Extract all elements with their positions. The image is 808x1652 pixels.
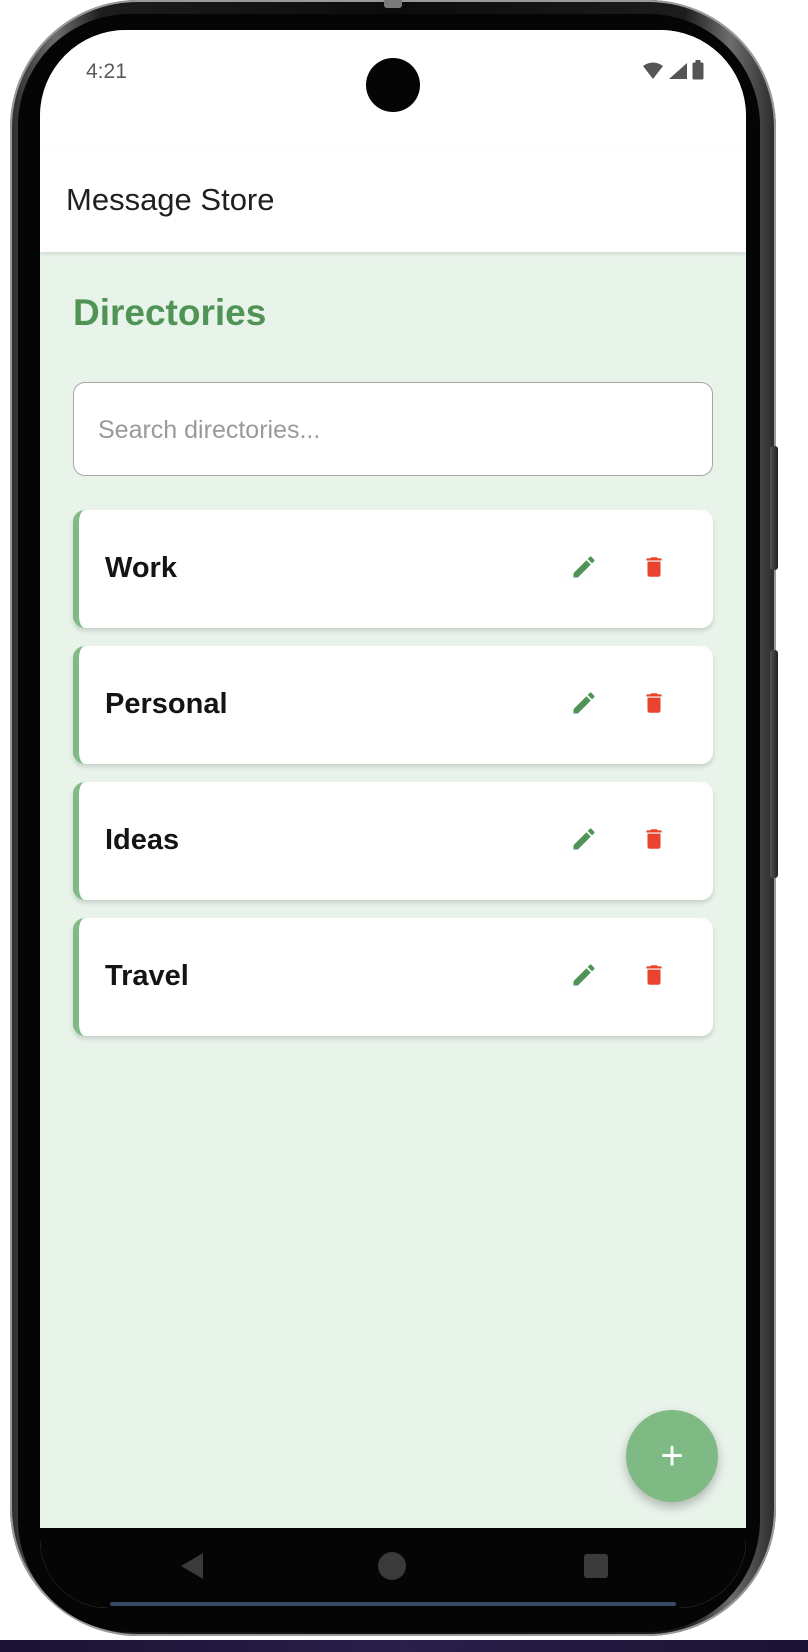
desktop-background-strip — [0, 1640, 808, 1652]
directory-name: Ideas — [105, 824, 180, 856]
nav-home-button[interactable] — [370, 1546, 414, 1590]
pencil-icon — [570, 961, 598, 994]
edit-button[interactable] — [561, 682, 607, 728]
directory-card-personal[interactable]: Personal — [73, 646, 713, 764]
top-sensor-slot — [384, 0, 402, 8]
search-input[interactable] — [96, 383, 690, 477]
edit-button[interactable] — [561, 818, 607, 864]
trash-icon — [641, 824, 667, 859]
directory-card-ideas[interactable]: Ideas — [73, 782, 713, 900]
status-icons — [642, 60, 704, 85]
trash-icon — [641, 688, 667, 723]
navigation-bar — [40, 1528, 746, 1608]
directory-card-travel[interactable]: Travel — [73, 918, 713, 1036]
power-button — [770, 446, 778, 570]
home-icon — [377, 1551, 407, 1586]
back-icon — [179, 1551, 205, 1586]
page-title: Directories — [73, 292, 267, 333]
directory-name: Travel — [105, 960, 189, 992]
directory-name: Personal — [105, 688, 228, 720]
delete-button[interactable] — [631, 546, 677, 592]
nav-recents-button[interactable] — [574, 1546, 618, 1590]
app-bar: Message Store — [40, 150, 746, 252]
add-directory-fab[interactable]: + — [626, 1410, 718, 1502]
cellular-signal-icon — [668, 62, 688, 85]
directory-card-work[interactable]: Work — [73, 510, 713, 628]
battery-icon — [692, 60, 704, 85]
pencil-icon — [570, 689, 598, 722]
volume-button — [770, 650, 778, 878]
nav-back-button[interactable] — [170, 1546, 214, 1590]
front-camera — [366, 58, 420, 112]
trash-icon — [641, 960, 667, 995]
trash-icon — [641, 552, 667, 587]
phone-screen: 4:21 Message Store Directories Search di… — [40, 30, 746, 1608]
app-title: Message Store — [66, 182, 275, 217]
directory-name: Work — [105, 552, 177, 584]
screen-edge-glow — [110, 1602, 676, 1606]
plus-icon: + — [660, 1434, 684, 1478]
edit-button[interactable] — [561, 954, 607, 1000]
pencil-icon — [570, 825, 598, 858]
recents-icon — [583, 1553, 609, 1584]
search-box[interactable] — [73, 382, 713, 477]
status-bar: 4:21 — [40, 30, 746, 150]
screenshot-stage: 4:21 Message Store Directories Search di… — [0, 0, 808, 1652]
wifi-icon — [642, 62, 664, 85]
delete-button[interactable] — [631, 954, 677, 1000]
edit-button[interactable] — [561, 546, 607, 592]
status-time: 4:21 — [86, 60, 127, 83]
delete-button[interactable] — [631, 682, 677, 728]
delete-button[interactable] — [631, 818, 677, 864]
pencil-icon — [570, 553, 598, 586]
